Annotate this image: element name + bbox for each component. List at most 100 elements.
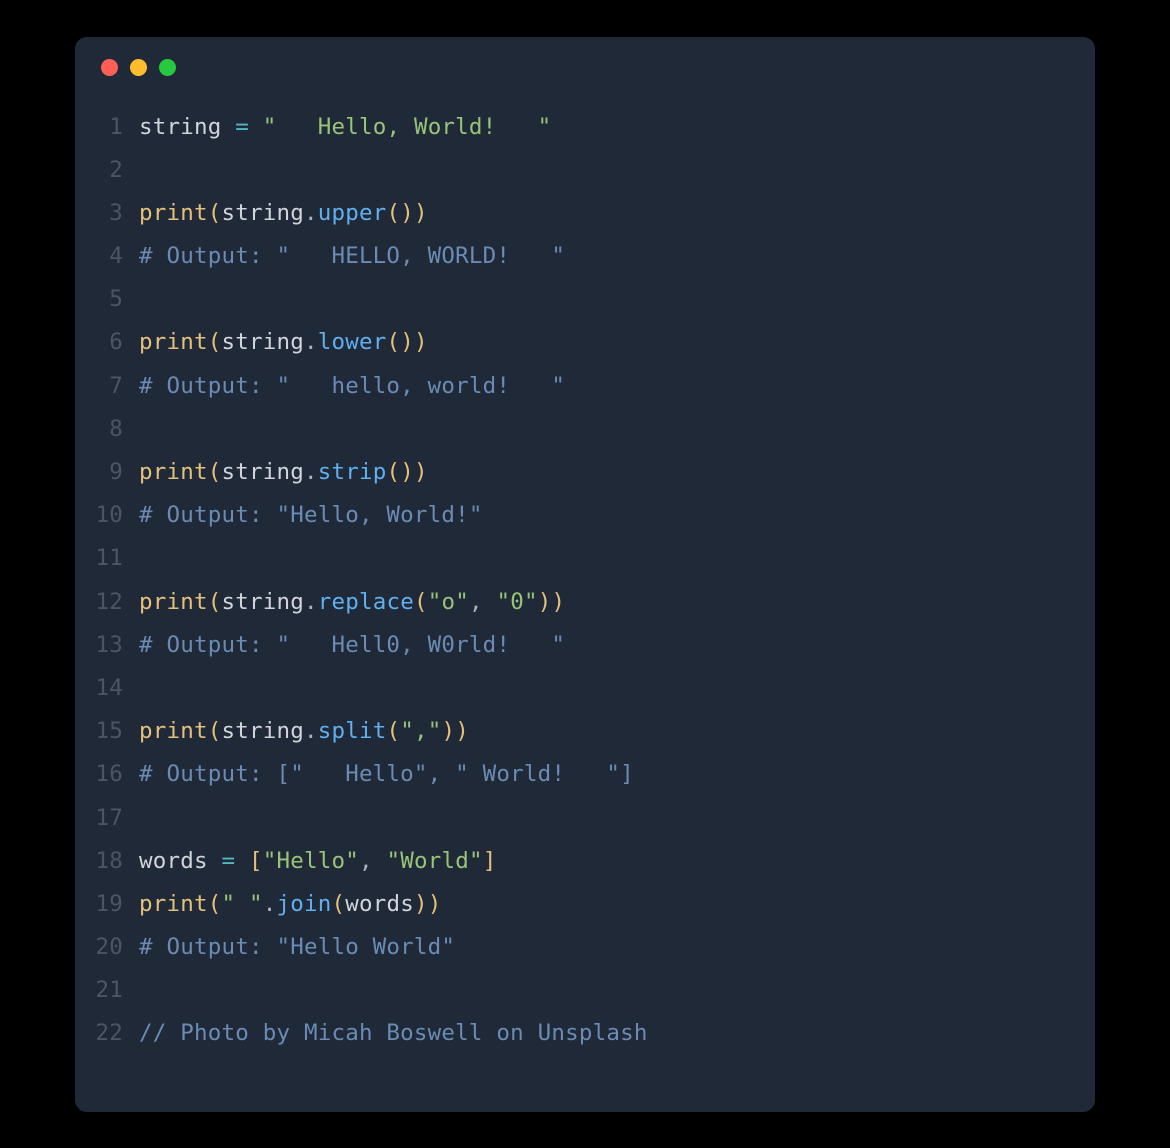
token-func: print (139, 891, 208, 917)
code-line[interactable]: 16# Output: [" Hello", " World! "] (93, 753, 1067, 796)
line-content[interactable] (139, 408, 1067, 451)
line-content[interactable] (139, 969, 1067, 1012)
token-func: print (139, 589, 208, 615)
line-content[interactable]: print(string.split(",")) (139, 710, 1067, 753)
minimize-icon[interactable] (130, 59, 147, 76)
token-comment-blue: # Output: " HELLO, WORLD! " (139, 243, 565, 269)
code-line[interactable]: 1string = " Hello, World! " (93, 106, 1067, 149)
code-line[interactable]: 7# Output: " hello, world! " (93, 365, 1067, 408)
token-brace: ) (538, 589, 552, 615)
code-line[interactable]: 6print(string.lower()) (93, 321, 1067, 364)
line-number: 20 (93, 926, 139, 969)
token-brace: ( (208, 200, 222, 226)
maximize-icon[interactable] (159, 59, 176, 76)
token-ident: words (345, 891, 414, 917)
code-line[interactable]: 11 (93, 537, 1067, 580)
code-line[interactable]: 4# Output: " HELLO, WORLD! " (93, 235, 1067, 278)
line-number: 17 (93, 797, 139, 840)
line-content[interactable]: # Output: "Hello, World!" (139, 494, 1067, 537)
token-string: "Hello" (263, 848, 359, 874)
token-brace: ) (414, 329, 428, 355)
code-line[interactable]: 5 (93, 278, 1067, 321)
line-content[interactable]: words = ["Hello", "World"] (139, 840, 1067, 883)
line-number: 13 (93, 624, 139, 667)
line-number: 14 (93, 667, 139, 710)
token-comment-blue: // Photo by Micah Boswell on Unsplash (139, 1020, 648, 1046)
line-content[interactable]: # Output: [" Hello", " World! "] (139, 753, 1067, 796)
line-number: 2 (93, 149, 139, 192)
token-brace: ) (455, 718, 469, 744)
line-content[interactable]: print(string.upper()) (139, 192, 1067, 235)
token-default (221, 114, 235, 140)
code-line[interactable]: 2 (93, 149, 1067, 192)
token-brace: ) (400, 459, 414, 485)
token-punct-dim: . (304, 589, 318, 615)
token-brace: ) (400, 329, 414, 355)
token-brace: ) (441, 718, 455, 744)
line-content[interactable]: print(string.lower()) (139, 321, 1067, 364)
code-line[interactable]: 18words = ["Hello", "World"] (93, 840, 1067, 883)
token-string: "World" (386, 848, 482, 874)
line-content[interactable]: # Output: "Hello World" (139, 926, 1067, 969)
token-brace: ( (208, 891, 222, 917)
code-line[interactable]: 21 (93, 969, 1067, 1012)
token-brace: ( (208, 718, 222, 744)
line-content[interactable]: string = " Hello, World! " (139, 106, 1067, 149)
token-op: = (235, 114, 249, 140)
line-number: 11 (93, 537, 139, 580)
token-ident: words (139, 848, 208, 874)
code-line[interactable]: 17 (93, 797, 1067, 840)
token-brace: ( (208, 589, 222, 615)
code-line[interactable]: 15print(string.split(",")) (93, 710, 1067, 753)
line-number: 1 (93, 106, 139, 149)
token-string: " " (221, 891, 262, 917)
token-brace: ) (428, 891, 442, 917)
token-punct-dim: . (263, 891, 277, 917)
line-content[interactable]: print(string.replace("o", "0")) (139, 581, 1067, 624)
token-attr: split (318, 718, 387, 744)
token-func: print (139, 329, 208, 355)
line-content[interactable]: # Output: " HELLO, WORLD! " (139, 235, 1067, 278)
close-icon[interactable] (101, 59, 118, 76)
code-line[interactable]: 13# Output: " Hell0, W0rld! " (93, 624, 1067, 667)
line-content[interactable]: print(string.strip()) (139, 451, 1067, 494)
token-brace: ( (414, 589, 428, 615)
line-number: 21 (93, 969, 139, 1012)
code-line[interactable]: 22// Photo by Micah Boswell on Unsplash (93, 1012, 1067, 1055)
token-punct-dim: . (304, 718, 318, 744)
line-content[interactable]: // Photo by Micah Boswell on Unsplash (139, 1012, 1067, 1055)
code-line[interactable]: 14 (93, 667, 1067, 710)
code-line[interactable]: 12print(string.replace("o", "0")) (93, 581, 1067, 624)
token-brace: [ (249, 848, 263, 874)
token-func: print (139, 718, 208, 744)
token-punct-dim: . (304, 329, 318, 355)
line-content[interactable]: # Output: " Hell0, W0rld! " (139, 624, 1067, 667)
line-content[interactable] (139, 797, 1067, 840)
token-ident: string (221, 329, 303, 355)
code-line[interactable]: 20# Output: "Hello World" (93, 926, 1067, 969)
line-number: 15 (93, 710, 139, 753)
code-editor[interactable]: 1string = " Hello, World! "2 3print(stri… (75, 84, 1095, 1084)
line-content[interactable] (139, 537, 1067, 580)
line-number: 16 (93, 753, 139, 796)
code-line[interactable]: 3print(string.upper()) (93, 192, 1067, 235)
code-window: 1string = " Hello, World! "2 3print(stri… (75, 37, 1095, 1112)
code-line[interactable]: 8 (93, 408, 1067, 451)
token-attr: lower (318, 329, 387, 355)
token-comment-blue: # Output: [" Hello", " World! "] (139, 761, 634, 787)
line-content[interactable] (139, 149, 1067, 192)
token-comment-blue: # Output: " hello, world! " (139, 373, 565, 399)
token-brace: ) (414, 891, 428, 917)
token-brace: ( (386, 459, 400, 485)
line-content[interactable]: # Output: " hello, world! " (139, 365, 1067, 408)
token-punct-dim: , (469, 589, 483, 615)
token-brace: ) (414, 459, 428, 485)
code-line[interactable]: 9print(string.strip()) (93, 451, 1067, 494)
token-string: " Hello, World! " (263, 114, 552, 140)
code-line[interactable]: 19print(" ".join(words)) (93, 883, 1067, 926)
line-content[interactable] (139, 667, 1067, 710)
token-ident: string (139, 114, 221, 140)
line-content[interactable]: print(" ".join(words)) (139, 883, 1067, 926)
code-line[interactable]: 10# Output: "Hello, World!" (93, 494, 1067, 537)
line-content[interactable] (139, 278, 1067, 321)
